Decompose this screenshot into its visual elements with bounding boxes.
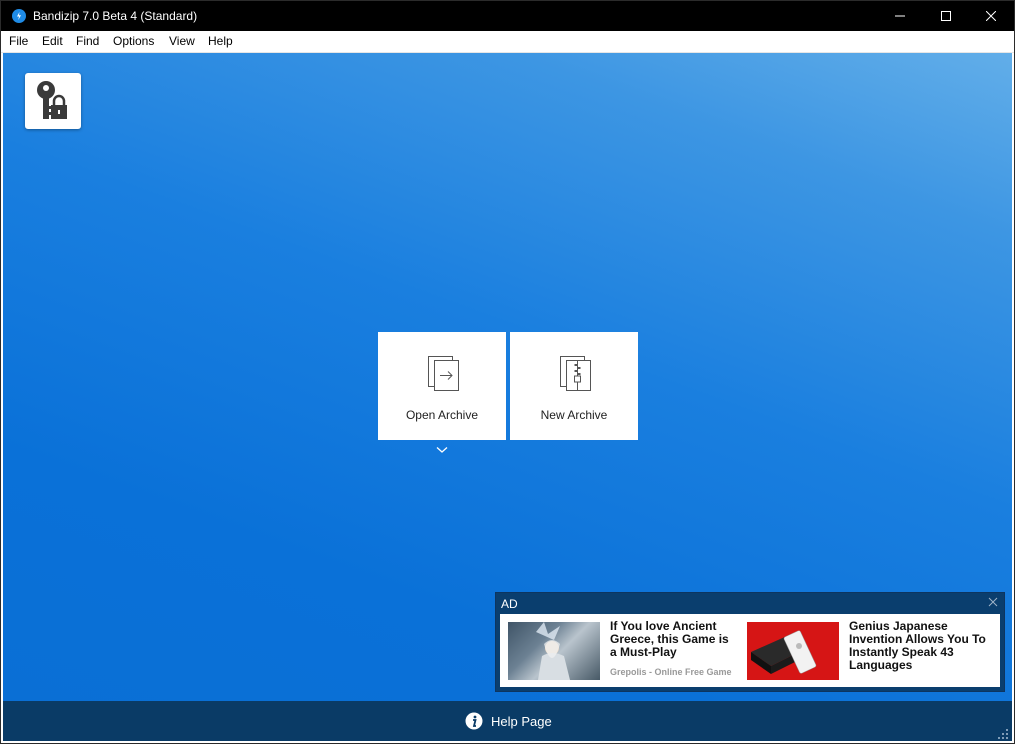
close-button[interactable] xyxy=(968,1,1014,31)
ad-title-2[interactable]: Genius Japanese Invention Allows You To … xyxy=(849,620,989,672)
info-icon xyxy=(465,712,483,730)
open-archive-icon xyxy=(428,356,459,391)
ad-label: AD xyxy=(501,597,518,611)
resize-grip-icon[interactable] xyxy=(997,728,1009,740)
menu-bar: File Edit Find Options View Help xyxy=(1,31,1014,53)
ad-image-greece[interactable] xyxy=(508,622,600,680)
password-manager-button[interactable] xyxy=(25,73,81,129)
new-archive-tile[interactable]: New Archive xyxy=(510,332,638,440)
chevron-down-icon[interactable] xyxy=(436,446,448,454)
menu-options[interactable]: Options xyxy=(113,34,154,48)
menu-find[interactable]: Find xyxy=(76,34,99,48)
new-archive-label: New Archive xyxy=(540,408,608,422)
minimize-button[interactable] xyxy=(877,1,923,31)
window-title: Bandizip 7.0 Beta 4 (Standard) xyxy=(33,9,198,23)
main-content: Open Archive New Archive AD If You love … xyxy=(3,53,1012,701)
title-bar[interactable]: Bandizip 7.0 Beta 4 (Standard) xyxy=(1,1,1014,31)
ad-body: If You love Ancient Greece, this Game is… xyxy=(500,614,1000,687)
bandizip-logo-icon xyxy=(12,9,26,23)
menu-edit[interactable]: Edit xyxy=(42,34,63,48)
maximize-icon xyxy=(941,11,951,21)
footer-bar: Help Page xyxy=(3,701,1012,741)
help-page-link[interactable]: Help Page xyxy=(465,712,552,730)
ad-panel: AD If You love Ancient Greece, this Game… xyxy=(495,592,1005,692)
open-archive-tile[interactable]: Open Archive xyxy=(378,332,506,440)
open-archive-label: Open Archive xyxy=(405,408,479,422)
app-window: Bandizip 7.0 Beta 4 (Standard) File Edit… xyxy=(0,0,1015,744)
new-archive-icon xyxy=(560,356,591,391)
ad-image-device[interactable] xyxy=(747,622,839,680)
help-page-label: Help Page xyxy=(491,713,552,729)
menu-view[interactable]: View xyxy=(169,34,195,48)
menu-help[interactable]: Help xyxy=(208,34,233,48)
maximize-button[interactable] xyxy=(923,1,969,31)
close-icon xyxy=(986,11,996,21)
key-lock-icon xyxy=(37,81,67,119)
minimize-icon xyxy=(895,15,905,17)
menu-file[interactable]: File xyxy=(9,34,28,48)
ad-close-icon[interactable] xyxy=(988,597,998,607)
ad-source-1[interactable]: Grepolis - Online Free Game xyxy=(610,667,732,677)
ad-title-1[interactable]: If You love Ancient Greece, this Game is… xyxy=(610,620,738,659)
